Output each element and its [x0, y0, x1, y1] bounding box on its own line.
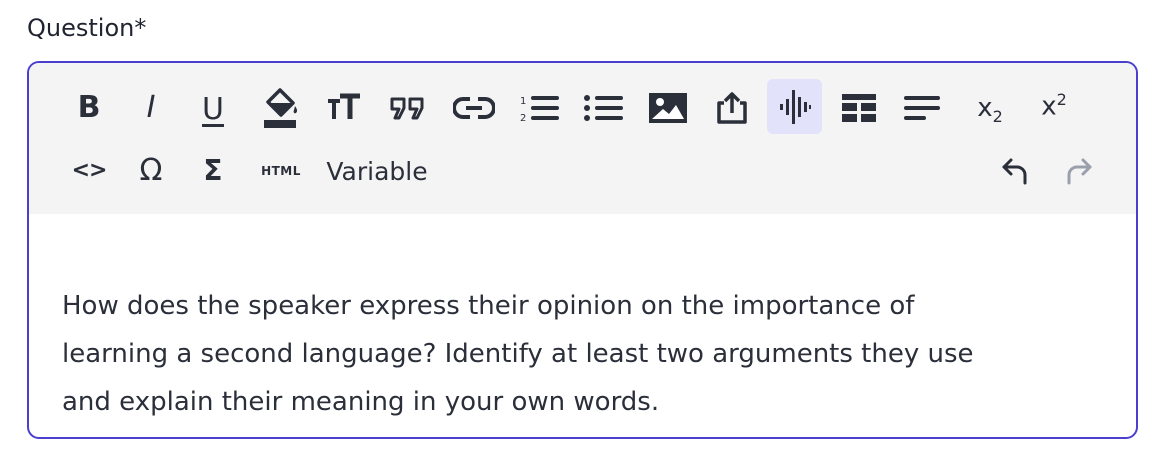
- svg-text:1: 1: [520, 96, 526, 107]
- content-line: and explain their meaning in your own wo…: [62, 387, 660, 417]
- paint-bucket-icon: [264, 88, 298, 128]
- underline-button[interactable]: U: [193, 83, 233, 137]
- bold-icon: B: [77, 90, 101, 125]
- link-icon: [453, 97, 495, 119]
- align-icon: [904, 96, 940, 120]
- ordered-list-button[interactable]: 1 2: [515, 83, 565, 133]
- text-size-icon: [328, 93, 360, 119]
- superscript-button[interactable]: x2: [1029, 79, 1079, 133]
- field-label: Question*: [27, 14, 147, 42]
- underline-icon: U: [202, 92, 224, 127]
- redo-button[interactable]: [1056, 151, 1100, 191]
- link-button[interactable]: [449, 83, 499, 133]
- svg-text:2: 2: [520, 113, 526, 124]
- math-button[interactable]: Σ: [193, 149, 233, 193]
- undo-icon: [1002, 158, 1027, 185]
- bullet-list-button[interactable]: [579, 83, 629, 133]
- content-line: How does the speaker express their opini…: [62, 291, 915, 321]
- variable-label: Variable: [326, 156, 428, 186]
- special-char-button[interactable]: Ω: [129, 149, 173, 193]
- ordered-list-icon: 1 2: [520, 96, 559, 124]
- sigma-icon: Σ: [203, 154, 223, 187]
- table-button[interactable]: [834, 83, 884, 133]
- quote-icon: [390, 97, 424, 120]
- font-size-button[interactable]: [321, 83, 367, 133]
- italic-icon: I: [146, 90, 156, 125]
- undo-button[interactable]: [994, 151, 1038, 191]
- rich-text-editor[interactable]: B I U 1 2 x2 x2 <> Ω Σ HTML Variable How…: [27, 61, 1138, 439]
- audio-waveform-icon: [779, 89, 811, 124]
- bullet-list-icon: [584, 95, 623, 121]
- audio-button[interactable]: [767, 79, 822, 134]
- code-view-button[interactable]: <>: [67, 149, 111, 193]
- upload-icon: [717, 92, 747, 124]
- image-icon: [649, 93, 687, 123]
- code-icon: <>: [71, 158, 108, 183]
- italic-button[interactable]: I: [131, 83, 171, 133]
- blockquote-button[interactable]: [385, 83, 431, 133]
- variable-button[interactable]: Variable: [323, 149, 431, 193]
- table-icon: [842, 94, 876, 122]
- bold-button[interactable]: B: [69, 83, 109, 133]
- editor-content[interactable]: How does the speaker express their opini…: [62, 282, 1102, 426]
- html-button[interactable]: HTML: [253, 151, 309, 191]
- align-button[interactable]: [897, 83, 947, 133]
- image-button[interactable]: [643, 83, 693, 133]
- subscript-button[interactable]: x2: [965, 83, 1015, 137]
- html-icon: HTML: [261, 164, 301, 178]
- redo-icon: [1067, 158, 1092, 185]
- upload-button[interactable]: [707, 83, 757, 133]
- editor-toolbar: B I U 1 2 x2 x2 <> Ω Σ HTML Variable: [29, 63, 1136, 214]
- omega-icon: Ω: [139, 153, 163, 188]
- superscript-icon: x2: [1041, 90, 1067, 122]
- fill-color-button[interactable]: [257, 83, 303, 133]
- subscript-icon: x2: [977, 93, 1003, 127]
- content-line: learning a second language? Identify at …: [62, 339, 974, 369]
